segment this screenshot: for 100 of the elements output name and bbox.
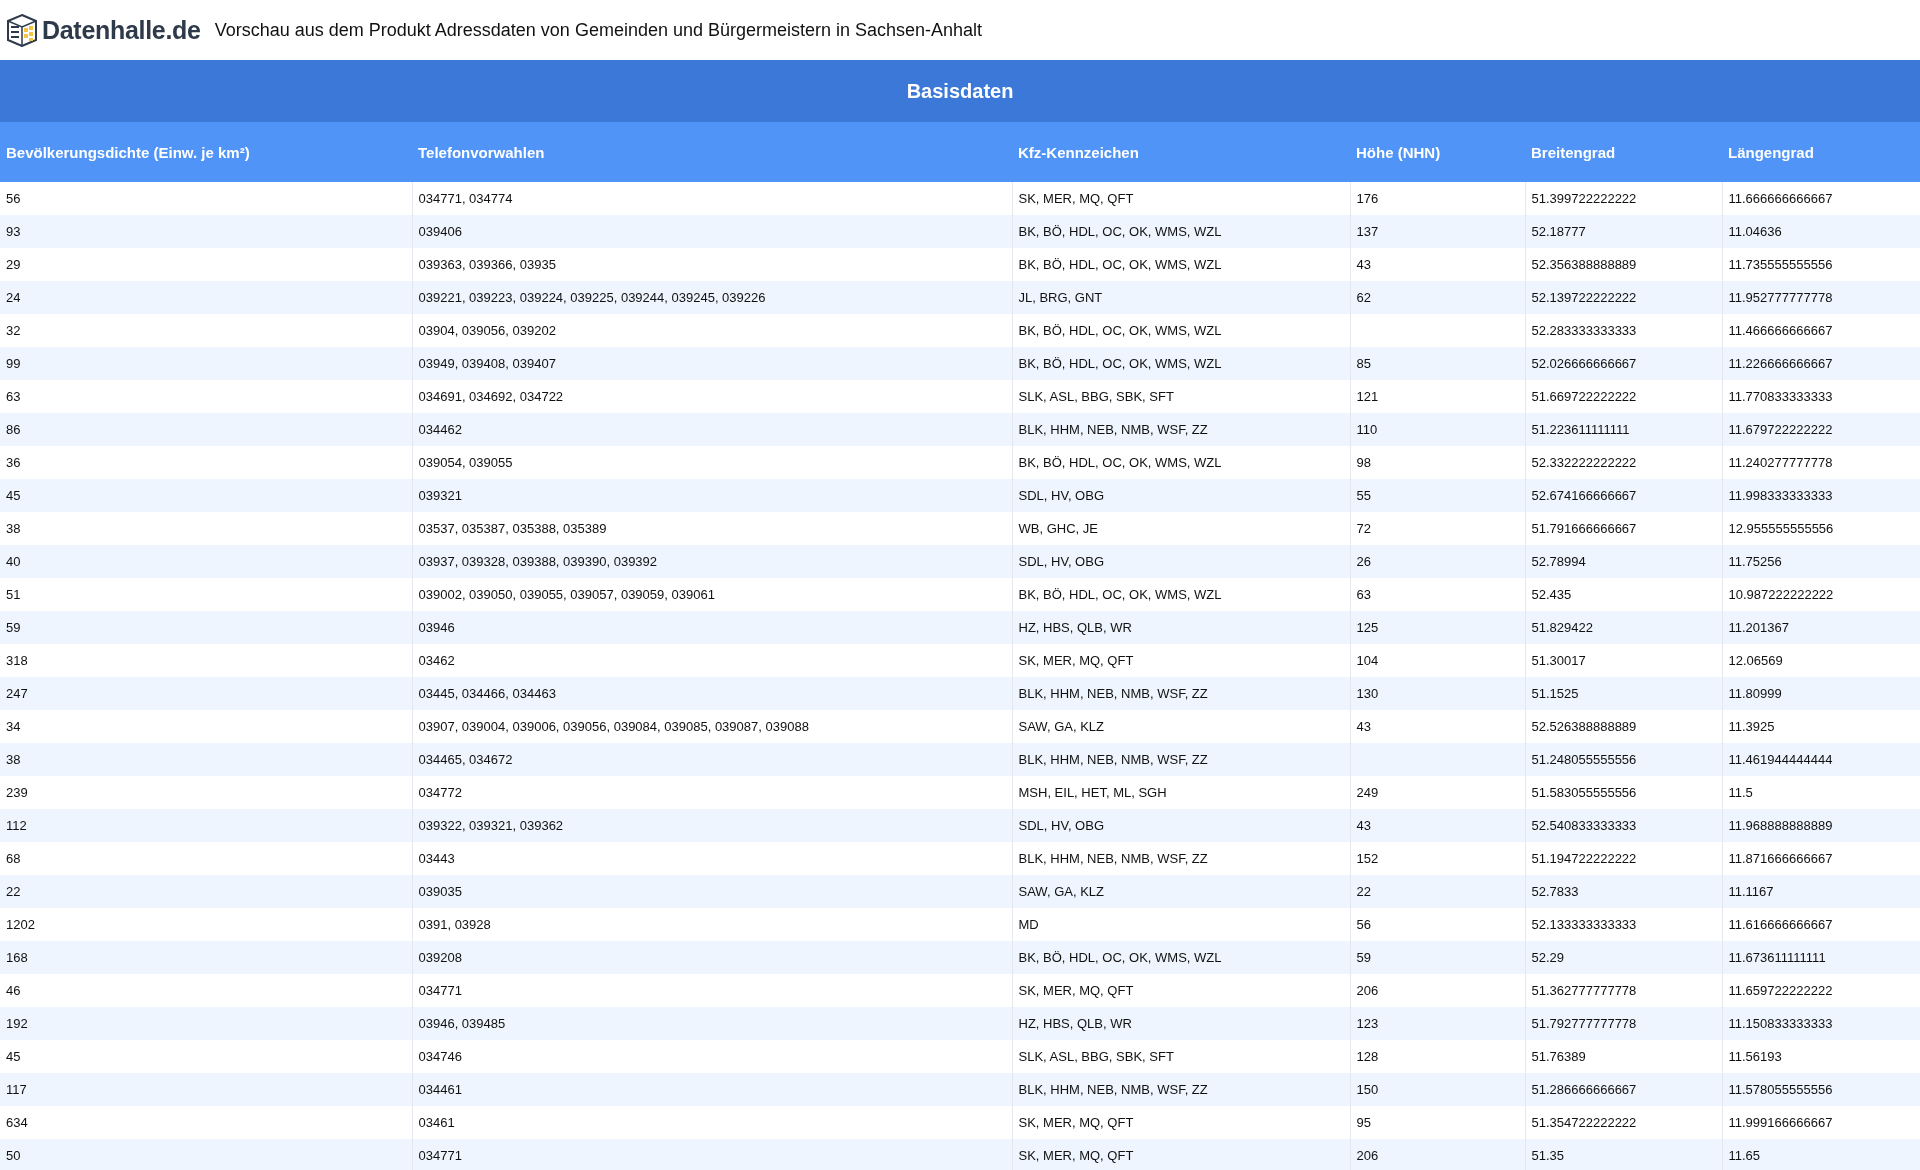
- table-cell: 52.7833: [1525, 875, 1722, 908]
- table-cell: 43: [1350, 809, 1525, 842]
- table-cell: 56: [0, 182, 412, 215]
- logo-icon: [6, 13, 38, 47]
- table-cell: 51.223611111111: [1525, 413, 1722, 446]
- table-cell: 11.968888888889: [1722, 809, 1920, 842]
- table-cell: 034465, 034672: [412, 743, 1012, 776]
- table-cell: 52.540833333333: [1525, 809, 1722, 842]
- table-cell: 03946: [412, 611, 1012, 644]
- table-cell: 52.78994: [1525, 545, 1722, 578]
- table-cell: HZ, HBS, QLB, WR: [1012, 1007, 1350, 1040]
- table-cell: JL, BRG, GNT: [1012, 281, 1350, 314]
- table-cell: 192: [0, 1007, 412, 1040]
- table-cell: 150: [1350, 1073, 1525, 1106]
- page-title: Vorschau aus dem Produkt Adressdaten von Gemeinden und Bürgermeistern in Sachsen-Anhalt: [214, 19, 983, 41]
- table-cell: 034461: [412, 1073, 1012, 1106]
- table-cell: 52.026666666667: [1525, 347, 1722, 380]
- table-cell: 039321: [412, 479, 1012, 512]
- table-cell: 38: [0, 743, 412, 776]
- table-cell: 11.150833333333: [1722, 1007, 1920, 1040]
- table-cell: 039221, 039223, 039224, 039225, 039244, 039245, 039226: [412, 281, 1012, 314]
- table-cell: 318: [0, 644, 412, 677]
- table-cell: 24: [0, 281, 412, 314]
- table-cell: 45: [0, 1040, 412, 1073]
- table-cell: SDL, HV, OBG: [1012, 479, 1350, 512]
- table-cell: 50: [0, 1139, 412, 1170]
- table-cell: 45: [0, 479, 412, 512]
- table-cell: 168: [0, 941, 412, 974]
- table-cell: 40: [0, 545, 412, 578]
- table-cell: BLK, HHM, NEB, NMB, WSF, ZZ: [1012, 1073, 1350, 1106]
- table-cell: 52.18777: [1525, 215, 1722, 248]
- table-cell: BLK, HHM, NEB, NMB, WSF, ZZ: [1012, 413, 1350, 446]
- table-cell: 03946, 039485: [412, 1007, 1012, 1040]
- table-cell: 03937, 039328, 039388, 039390, 039392: [412, 545, 1012, 578]
- table-cell: 34: [0, 710, 412, 743]
- table-cell: 03949, 039408, 039407: [412, 347, 1012, 380]
- table-cell: 46: [0, 974, 412, 1007]
- table-cell: 11.998333333333: [1722, 479, 1920, 512]
- table-cell: 11.75256: [1722, 545, 1920, 578]
- table-cell: 51.829422: [1525, 611, 1722, 644]
- table-cell: BLK, HHM, NEB, NMB, WSF, ZZ: [1012, 677, 1350, 710]
- table-cell: 039208: [412, 941, 1012, 974]
- table-cell: 29: [0, 248, 412, 281]
- table-cell: 85: [1350, 347, 1525, 380]
- table-cell: 52.674166666667: [1525, 479, 1722, 512]
- table-cell: 110: [1350, 413, 1525, 446]
- table-cell: 112: [0, 809, 412, 842]
- table-cell: 11.952777777778: [1722, 281, 1920, 314]
- table-cell: 52.29: [1525, 941, 1722, 974]
- table-cell: SK, MER, MQ, QFT: [1012, 1139, 1350, 1170]
- column-header: Höhe (NHN): [1350, 122, 1525, 182]
- table-cell: 034462: [412, 413, 1012, 446]
- table-cell: SDL, HV, OBG: [1012, 809, 1350, 842]
- table-cell: 634: [0, 1106, 412, 1139]
- table-cell: 11.201367: [1722, 611, 1920, 644]
- column-header: Kfz-Kennzeichen: [1012, 122, 1350, 182]
- table-cell: 130: [1350, 677, 1525, 710]
- table-cell: 68: [0, 842, 412, 875]
- table-cell: 11.80999: [1722, 677, 1920, 710]
- column-header: Längengrad: [1722, 122, 1920, 182]
- table-cell: 22: [0, 875, 412, 908]
- table-cell: 123: [1350, 1007, 1525, 1040]
- table-cell: 034771: [412, 1139, 1012, 1170]
- table-cell: 206: [1350, 1139, 1525, 1170]
- brand-name[interactable]: Datenhalle.de: [42, 15, 201, 45]
- table-cell: 117: [0, 1073, 412, 1106]
- table-cell: BK, BÖ, HDL, OC, OK, WMS, WZL: [1012, 347, 1350, 380]
- table-cell: 51.248055555556: [1525, 743, 1722, 776]
- table-cell: 11.679722222222: [1722, 413, 1920, 446]
- table-cell: SDL, HV, OBG: [1012, 545, 1350, 578]
- table-cell: 51.1525: [1525, 677, 1722, 710]
- table-cell: 86: [0, 413, 412, 446]
- table-cell: 039035: [412, 875, 1012, 908]
- table-cell: 125: [1350, 611, 1525, 644]
- column-header: Telefonvorwahlen: [412, 122, 1012, 182]
- table-cell: 59: [0, 611, 412, 644]
- column-header: Bevölkerungsdichte (Einw. je km²): [0, 122, 412, 182]
- table-cell: 247: [0, 677, 412, 710]
- column-header: Breitengrad: [1525, 122, 1722, 182]
- table-cell: 32: [0, 314, 412, 347]
- table-cell: 11.461944444444: [1722, 743, 1920, 776]
- table-cell: 51.286666666667: [1525, 1073, 1722, 1106]
- table-cell: BLK, HHM, NEB, NMB, WSF, ZZ: [1012, 743, 1350, 776]
- table-cell: HZ, HBS, QLB, WR: [1012, 611, 1350, 644]
- table-cell: 36: [0, 446, 412, 479]
- table-cell: 26: [1350, 545, 1525, 578]
- table-cell: 137: [1350, 215, 1525, 248]
- table-cell: 63: [0, 380, 412, 413]
- table-cell: 62: [1350, 281, 1525, 314]
- table-cell: 11.578055555556: [1722, 1073, 1920, 1106]
- table-cell: 11.04636: [1722, 215, 1920, 248]
- table-cell: 1202: [0, 908, 412, 941]
- table-cell: 99: [0, 347, 412, 380]
- table-cell: 22: [1350, 875, 1525, 908]
- table-cell: 11.226666666667: [1722, 347, 1920, 380]
- table-cell: 55: [1350, 479, 1525, 512]
- table-cell: 11.673611111111: [1722, 941, 1920, 974]
- table-cell: 11.65: [1722, 1139, 1920, 1170]
- table-cell: 51.35: [1525, 1139, 1722, 1170]
- table-cell: BK, BÖ, HDL, OC, OK, WMS, WZL: [1012, 941, 1350, 974]
